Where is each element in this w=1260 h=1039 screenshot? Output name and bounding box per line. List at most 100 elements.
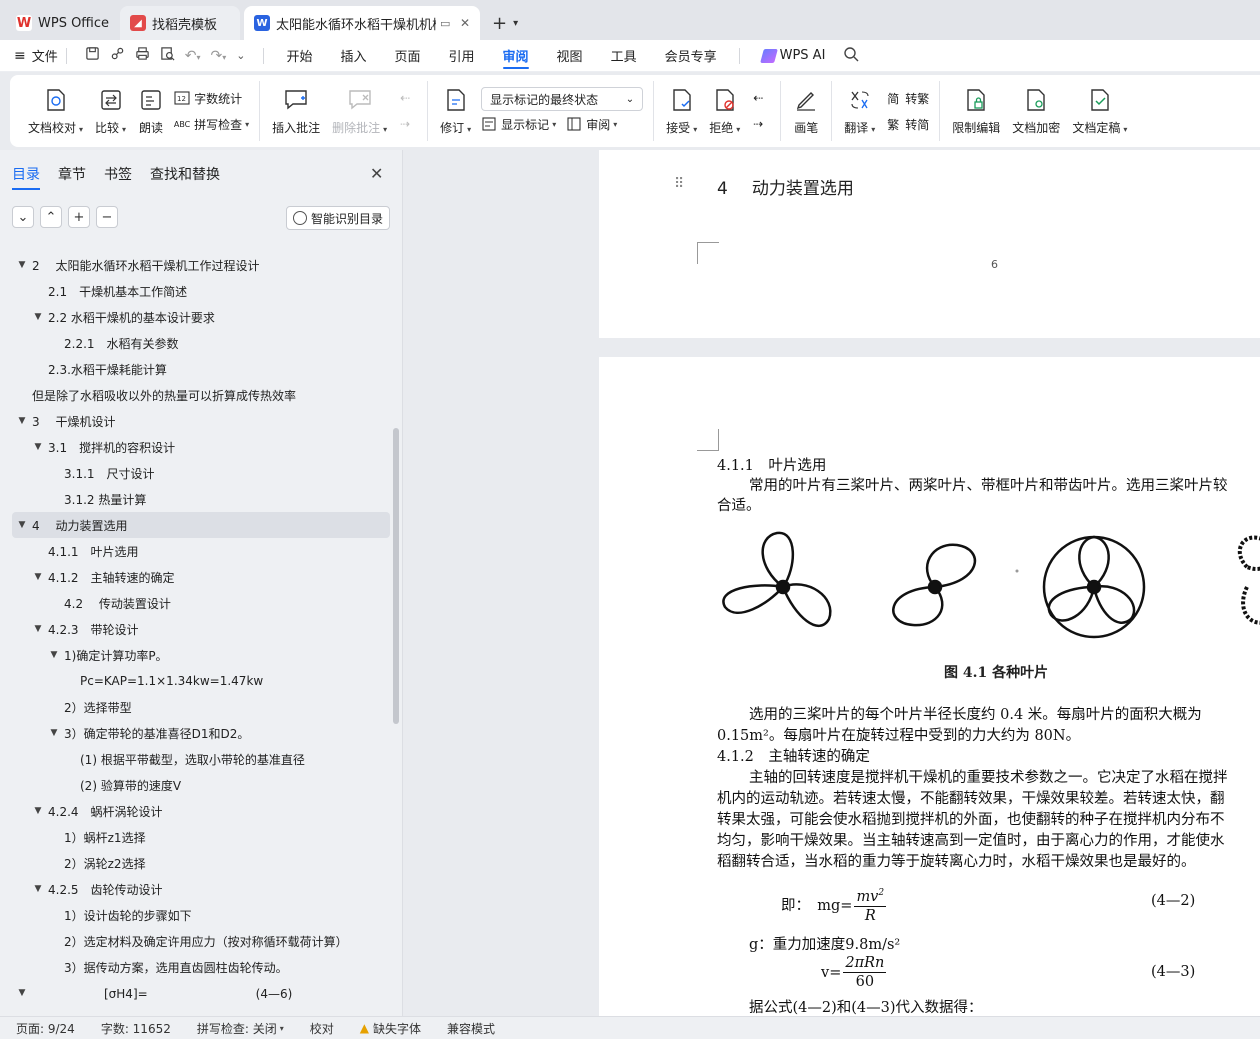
toc-item[interactable]: ▼ 3 干燥机设计 xyxy=(12,408,390,434)
translate-button[interactable]: 翻译 ▾ xyxy=(838,85,881,136)
next-comment-button[interactable]: ⇢ xyxy=(397,113,417,135)
undo-icon[interactable]: ↶▾ xyxy=(185,48,201,64)
remove-heading-button[interactable]: − xyxy=(96,206,118,228)
tab-chapters[interactable]: 章节 xyxy=(58,164,86,190)
toc-item[interactable]: 1）设计齿轮的步骤如下 xyxy=(12,902,390,928)
toc-item[interactable]: 4.2 传动装置设计 xyxy=(12,590,390,616)
toc-item[interactable]: 2）选择带型 xyxy=(12,694,390,720)
close-icon[interactable]: ✕ xyxy=(454,16,470,30)
paragraph-line[interactable]: 合适。 xyxy=(717,494,761,515)
equation-4-3[interactable]: v= 2πRn 60 xyxy=(821,954,887,991)
expand-toggle-icon[interactable]: ▼ xyxy=(32,884,44,894)
chevron-down-icon[interactable]: ⌄ xyxy=(236,49,245,62)
equation-4-2[interactable]: 即： mg= mv2 R xyxy=(781,884,887,925)
missing-font-button[interactable]: ▲ 缺失字体 xyxy=(360,1020,421,1037)
menu-member[interactable]: 会员专享 xyxy=(651,40,731,72)
previous-comment-button[interactable]: ⇠ xyxy=(397,87,417,109)
toc-item[interactable]: 4.1.1 叶片选用 xyxy=(12,538,390,564)
show-markup-button[interactable]: 显示标记 ▾ xyxy=(481,113,556,135)
toc-item[interactable]: 1）蜗杆z1选择 xyxy=(12,824,390,850)
expand-toggle-icon[interactable]: ▼ xyxy=(16,416,28,426)
toc-item[interactable]: ▼ 4.2.4 蜗杆涡轮设计 xyxy=(12,798,390,824)
read-aloud-button[interactable]: 朗读 xyxy=(132,85,170,136)
panel-scrollbar[interactable] xyxy=(393,428,399,724)
section-4-1-1[interactable]: 4.1.1 叶片选用 xyxy=(717,454,826,475)
toc-item[interactable]: 3.1.1 尺寸设计 xyxy=(12,460,390,486)
toc-item[interactable]: 2.2.1 水稻有关参数 xyxy=(12,330,390,356)
toc-item[interactable]: ▼ 1)确定计算功率P。 xyxy=(12,642,390,668)
review-pane-button[interactable]: 审阅 ▾ xyxy=(566,113,617,135)
expand-toggle-icon[interactable]: ▼ xyxy=(16,988,28,998)
toc-item[interactable]: ▼ 3）确定带轮的基准喜径D1和D2。 xyxy=(12,720,390,746)
search-icon[interactable] xyxy=(843,46,859,65)
new-tab-button[interactable]: + ▾ xyxy=(484,6,526,40)
toc-item[interactable]: (2) 验算带的速度V xyxy=(12,772,390,798)
monitor-icon[interactable]: ▭ xyxy=(440,17,450,30)
accept-button[interactable]: 接受 ▾ xyxy=(660,85,703,136)
paragraph-line[interactable]: 选用的三桨叶片的每个叶片半径长度约 0.4 米。每扇叶片的面积大概为 xyxy=(749,703,1202,724)
spell-check-button[interactable]: ABC 拼写检查 ▾ xyxy=(174,113,249,135)
tab-toc[interactable]: 目录 xyxy=(12,164,40,190)
menu-reference[interactable]: 引用 xyxy=(435,40,489,72)
toc-item[interactable]: 但是除了水稻吸收以外的热量可以折算成传热效率 xyxy=(12,382,390,408)
expand-toggle-icon[interactable]: ▼ xyxy=(32,572,44,582)
toc-item[interactable]: ▼ [σH4]= (4—6) xyxy=(12,980,390,1006)
toc-item[interactable]: ▼ 3.1 搅拌机的容积设计 xyxy=(12,434,390,460)
chevron-down-icon[interactable]: ▾ xyxy=(513,18,518,29)
paragraph-line[interactable]: 转果太强，可能会使水稻抛到搅拌机的外面，也使翻转的种子在搅拌机内分布不 xyxy=(717,808,1225,829)
menu-view[interactable]: 视图 xyxy=(543,40,597,72)
paragraph-line[interactable]: 据公式(4—2)和(4—3)代入数据得： xyxy=(749,996,983,1016)
paragraph-line[interactable]: 主轴的回转速度是搅拌机干燥机的重要技术参数之一。它决定了水稻在搅拌 xyxy=(749,766,1228,787)
toc-item[interactable]: 2）涡轮z2选择 xyxy=(12,850,390,876)
toc-item[interactable]: 2）选定材料及确定许用应力（按对称循环载荷计算） xyxy=(12,928,390,954)
restrict-edit-button[interactable]: 限制编辑 xyxy=(946,85,1006,136)
next-change-button[interactable]: ⇢ xyxy=(750,113,770,135)
to-traditional-button[interactable]: 简 转繁 xyxy=(885,87,929,109)
toc-item[interactable]: Pc=KAP=1.1×1.34kw=1.47kw xyxy=(12,668,390,694)
smart-toc-button[interactable]: 智能识别目录 xyxy=(286,206,390,230)
expand-toggle-icon[interactable]: ▼ xyxy=(32,624,44,634)
file-menu[interactable]: ≡ 文件 xyxy=(14,46,58,66)
expand-toggle-icon[interactable]: ▼ xyxy=(16,260,28,270)
close-icon[interactable]: ✕ xyxy=(370,164,383,183)
section-4-1-2[interactable]: 4.1.2 主轴转速的确定 xyxy=(717,745,870,766)
expand-toggle-icon[interactable]: ▼ xyxy=(32,442,44,452)
print-icon[interactable] xyxy=(135,46,150,65)
toc-item[interactable]: 2.3.水稻干燥耗能计算 xyxy=(12,356,390,382)
add-heading-button[interactable]: + xyxy=(68,206,90,228)
heading-4[interactable]: 4 动力装置选用 xyxy=(717,174,854,199)
paragraph-line[interactable]: 稻翻转合适，当水稻的重力等于旋转离心力时，水稻干燥效果也是最好的。 xyxy=(717,850,1196,871)
redo-icon[interactable]: ↷▾ xyxy=(211,48,227,64)
expand-toggle-icon[interactable]: ▼ xyxy=(16,520,28,530)
toc-item[interactable]: ▼ 2.2 水稻干燥机的基本设计要求 xyxy=(12,304,390,330)
insert-comment-button[interactable]: 插入批注 xyxy=(266,85,326,136)
markup-state-select[interactable]: 显示标记的最终状态 ⌄ xyxy=(481,87,644,111)
pen-button[interactable]: 画笔 xyxy=(787,85,825,136)
toc-item[interactable]: 3.1.2 热量计算 xyxy=(12,486,390,512)
share-icon[interactable] xyxy=(110,46,125,65)
blade-figure[interactable] xyxy=(717,527,1260,647)
toc-item[interactable]: (1) 根据平带截型，选取小带轮的基准直径 xyxy=(12,746,390,772)
expand-toggle-icon[interactable]: ▼ xyxy=(48,728,60,738)
previous-change-button[interactable]: ⇠ xyxy=(750,87,770,109)
delete-comment-button[interactable]: 删除批注 ▾ xyxy=(326,85,393,136)
finalize-button[interactable]: 文档定稿 ▾ xyxy=(1066,85,1133,136)
menu-page[interactable]: 页面 xyxy=(381,40,435,72)
toc-item[interactable]: ▼ 4.1.2 主轴转速的确定 xyxy=(12,564,390,590)
toc-item[interactable]: ▼ 4.2.5 齿轮传动设计 xyxy=(12,876,390,902)
gravity-definition[interactable]: g：重力加速度9.8m/s² xyxy=(749,933,900,954)
to-simplified-button[interactable]: 繁 转简 xyxy=(885,113,929,135)
figure-caption[interactable]: 图 4.1 各种叶片 xyxy=(944,662,1048,682)
collapse-up-button[interactable]: ⌃ xyxy=(40,206,62,228)
paragraph-line[interactable]: 均匀，影响干燥效果。当主轴转速高到一定值时，由于离心力的作用，才能使水 xyxy=(717,829,1225,850)
expand-toggle-icon[interactable]: ▼ xyxy=(48,650,60,660)
menu-review[interactable]: 审阅 xyxy=(489,40,543,72)
tab-find-replace[interactable]: 查找和替换 xyxy=(150,164,220,190)
expand-toggle-icon[interactable]: ▼ xyxy=(32,806,44,816)
wps-ai-button[interactable]: WPS AI xyxy=(748,40,840,72)
print-preview-icon[interactable] xyxy=(160,46,175,65)
expand-toggle-icon[interactable]: ▼ xyxy=(32,312,44,322)
word-count-indicator[interactable]: 字数: 11652 xyxy=(101,1020,171,1037)
menu-start[interactable]: 开始 xyxy=(272,40,326,72)
tab-wps-office[interactable]: W WPS Office xyxy=(6,6,116,40)
